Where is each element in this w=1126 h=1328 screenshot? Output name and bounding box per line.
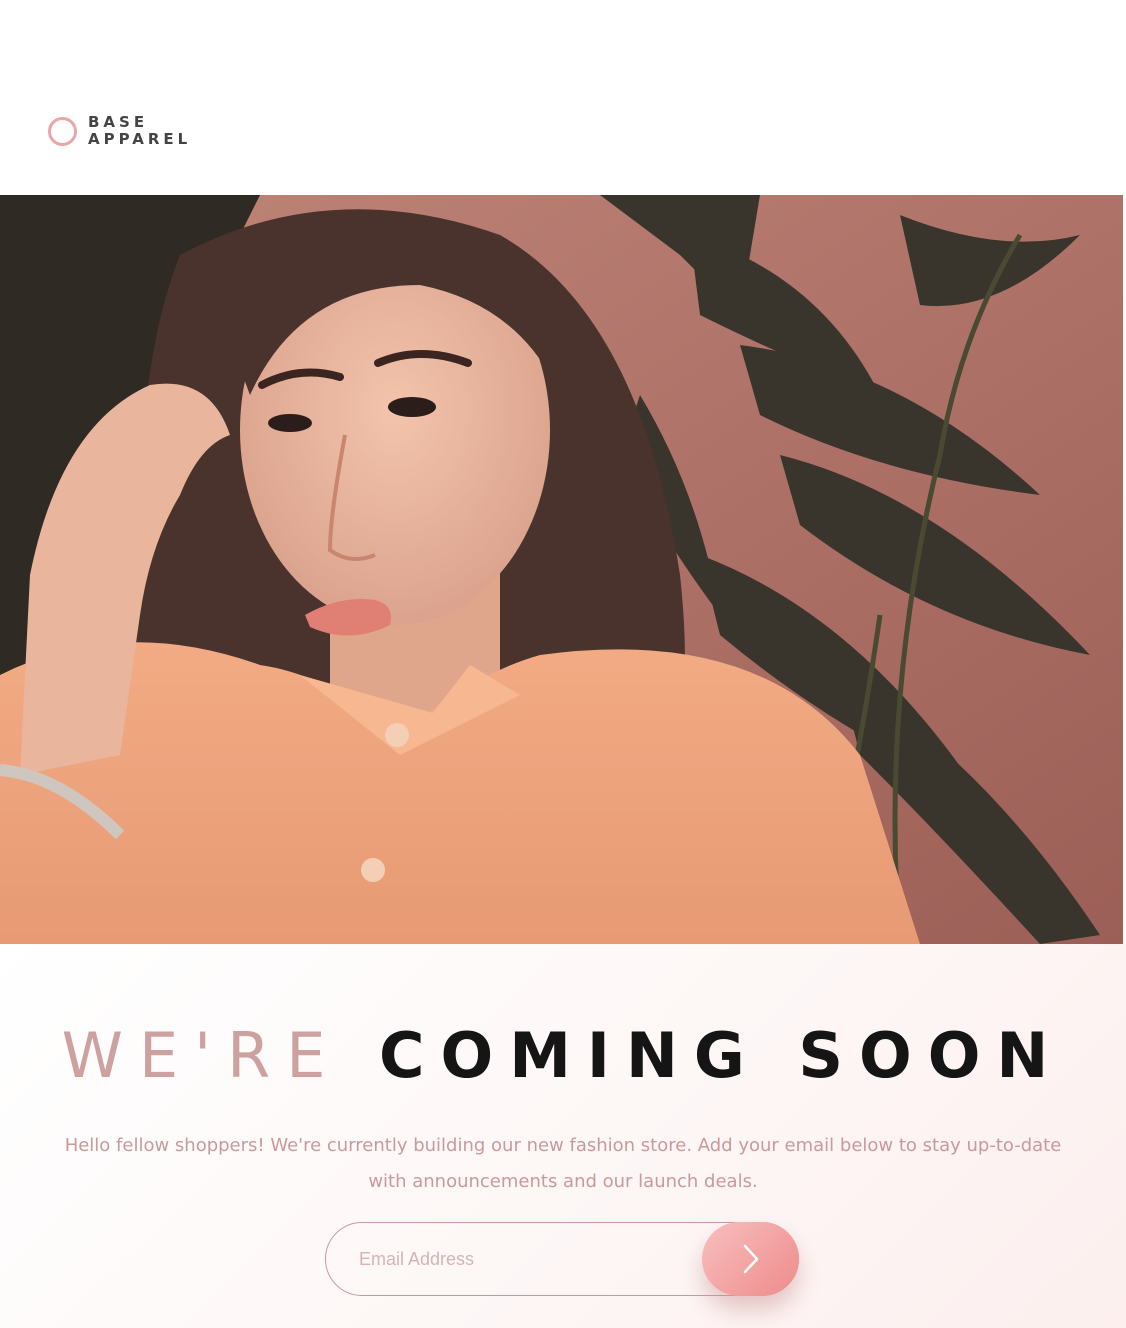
email-signup-form (325, 1222, 799, 1296)
brand-line-1: BASE (88, 113, 149, 131)
headline-bold: COMING SOON (379, 1019, 1065, 1092)
brand-line-2: APPAREL (88, 130, 192, 148)
page-headline: WE'RE COMING SOON (0, 1016, 1126, 1096)
ring-icon (48, 116, 77, 146)
brand-wordmark: BASE APPAREL (88, 114, 191, 148)
chevron-right-icon (743, 1244, 758, 1274)
intro-paragraph: Hello fellow shoppers! We're currently b… (64, 1135, 1062, 1192)
hero-photo (0, 195, 1123, 944)
brand-logo[interactable]: BASE APPAREL (48, 114, 191, 148)
submit-button[interactable] (702, 1222, 799, 1296)
hero-image (0, 195, 1123, 944)
headline-light: WE'RE (61, 1019, 342, 1092)
site-header: BASE APPAREL (0, 0, 1126, 195)
